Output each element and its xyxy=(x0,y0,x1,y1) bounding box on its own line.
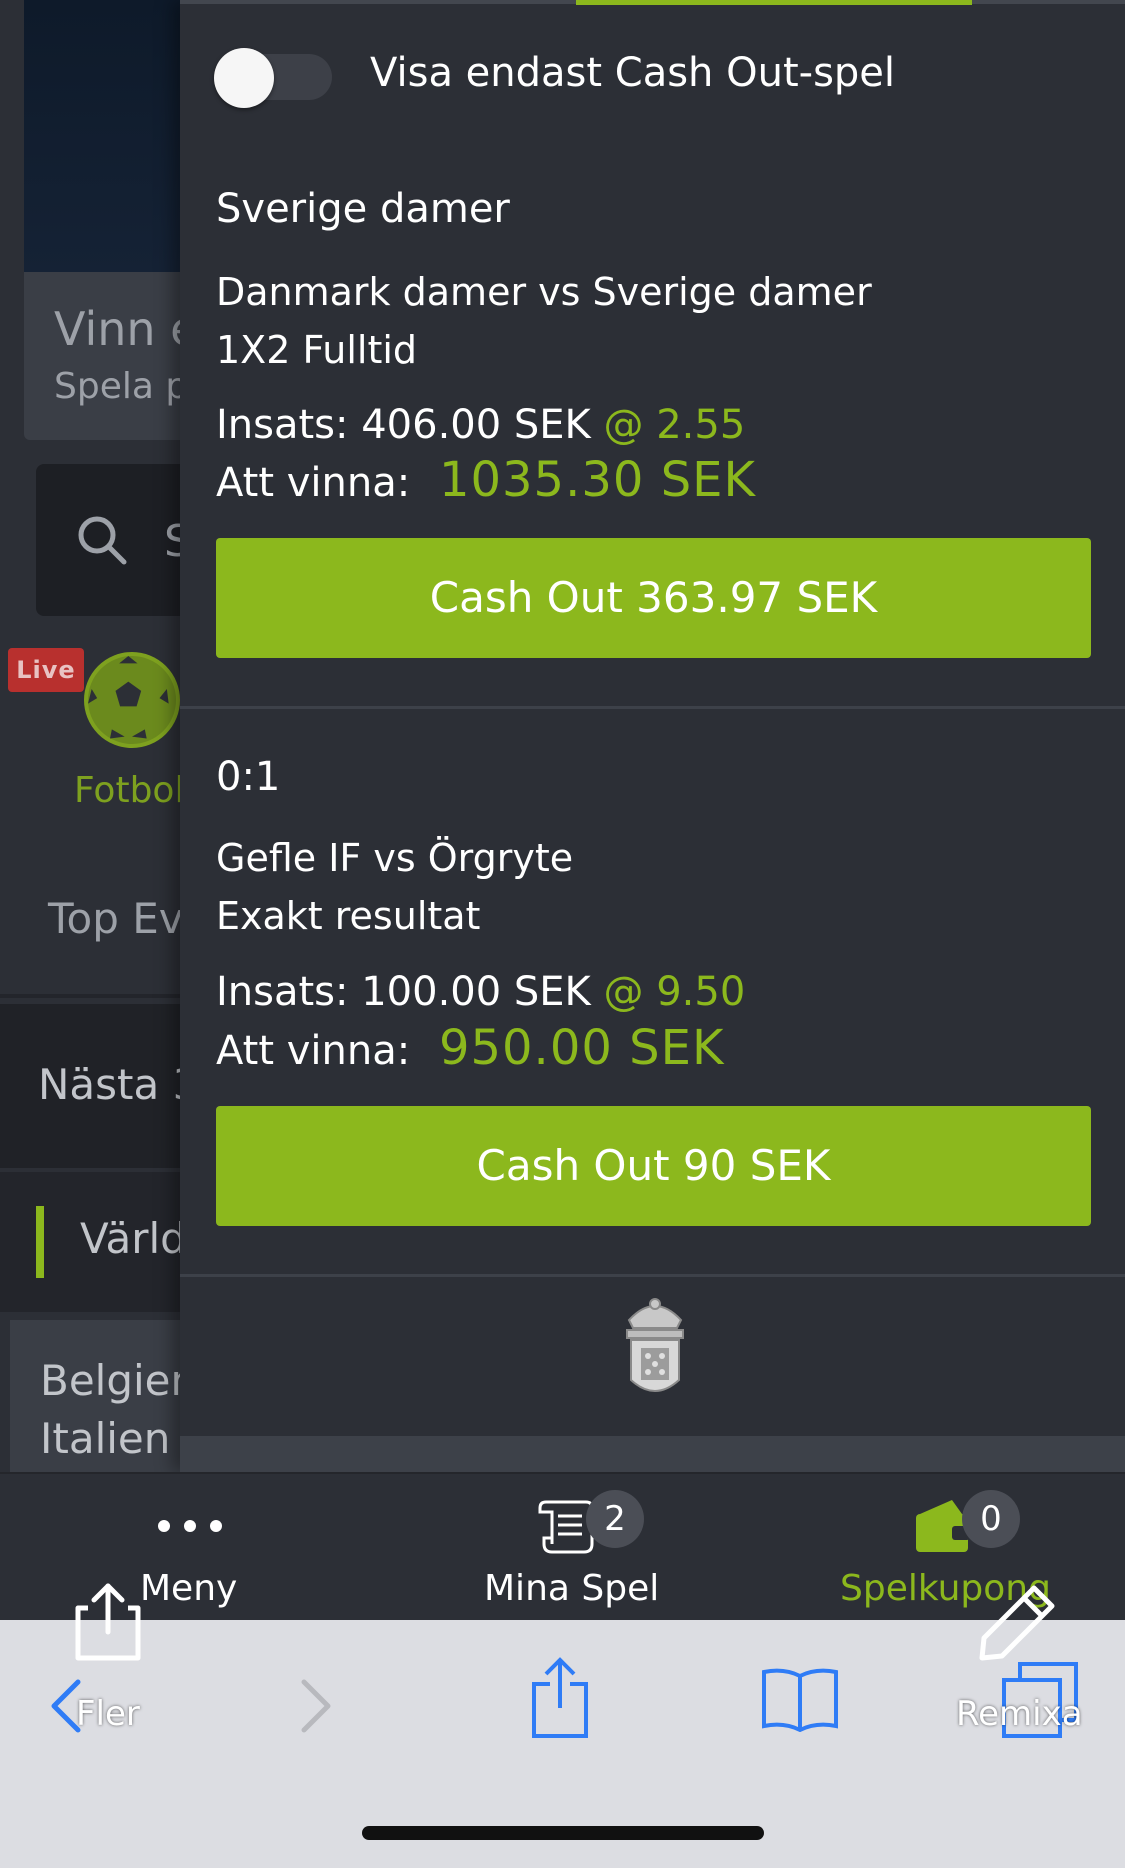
stake-amount: 100.00 SEK xyxy=(361,969,591,1015)
my-bets-count-badge: 2 xyxy=(586,1490,644,1548)
potential-win-line: Att vinna: 950.00 SEK xyxy=(216,1020,724,1076)
win-label: Att vinna: xyxy=(216,1028,411,1074)
coupon-count-badge: 0 xyxy=(962,1490,1020,1548)
panel-bottom-bar xyxy=(180,1436,1125,1472)
back-label[interactable]: Fler xyxy=(76,1694,140,1734)
my-bets-panel: Visa endast Cash Out-spel Sverige damer … xyxy=(180,0,1125,1472)
bet-selection: Sverige damer xyxy=(216,186,510,232)
search-icon xyxy=(78,516,127,565)
win-amount: 950.00 SEK xyxy=(438,1020,725,1076)
bet-selection: 0:1 xyxy=(216,754,281,800)
sport-label-football[interactable]: Fotbol xyxy=(74,770,184,811)
edit-pencil-icon[interactable] xyxy=(978,1582,1058,1662)
nav-my-bets-label: Mina Spel xyxy=(484,1568,660,1609)
cash-out-button[interactable]: Cash Out 90 SEK xyxy=(216,1106,1091,1226)
bet-event: Gefle IF vs Örgryte xyxy=(216,836,574,880)
bet-divider xyxy=(180,1274,1125,1277)
bet-market: 1X2 Fulltid xyxy=(216,328,418,372)
win-label: Att vinna: xyxy=(216,460,411,506)
bookmarks-icon[interactable] xyxy=(760,1666,840,1732)
cashout-only-toggle[interactable] xyxy=(214,48,332,108)
stake-label: Insats: xyxy=(216,402,349,448)
app-bottom-nav: Meny 2 Mina Spel 0 Spelkupong xyxy=(0,1472,1125,1620)
competition-accent-bar xyxy=(36,1206,44,1278)
more-dots-icon xyxy=(158,1520,222,1532)
world-competition-label: Värld xyxy=(80,1214,187,1263)
next-events-label: Nästa 3 xyxy=(38,1060,200,1109)
potential-win-line: Att vinna: 1035.30 SEK xyxy=(216,452,756,508)
bet-divider xyxy=(180,706,1125,709)
stake-amount: 406.00 SEK xyxy=(361,402,591,448)
forward-chevron-icon xyxy=(301,1679,331,1733)
bet-stake-line: Insats: 100.00 SEK @ 9.50 xyxy=(216,969,745,1015)
bet-odds: @ 9.50 xyxy=(603,969,746,1015)
cashout-only-toggle-label: Visa endast Cash Out-spel xyxy=(370,50,896,96)
stake-label: Insats: xyxy=(216,969,349,1015)
export-share-icon[interactable] xyxy=(72,1580,144,1662)
license-crest-icon xyxy=(626,1298,684,1392)
divider xyxy=(0,994,180,998)
hero-banner-image[interactable] xyxy=(24,0,184,272)
football-icon[interactable] xyxy=(84,652,180,748)
promo-title: Vinn e xyxy=(54,302,199,356)
toggle-knob xyxy=(214,48,274,108)
promo-card[interactable] xyxy=(24,272,204,440)
promo-subtitle: Spela p xyxy=(54,366,189,407)
win-amount: 1035.30 SEK xyxy=(438,452,756,508)
bet-event: Danmark damer vs Sverige damer xyxy=(216,270,872,314)
active-tab-indicator xyxy=(576,0,972,5)
share-icon[interactable] xyxy=(528,1656,592,1740)
nav-my-bets[interactable]: 2 Mina Spel xyxy=(470,1474,690,1622)
bet-odds: @ 2.55 xyxy=(603,402,746,448)
nav-menu-label: Meny xyxy=(140,1568,238,1609)
live-badge: Live xyxy=(8,648,84,692)
remix-label[interactable]: Remixa xyxy=(956,1694,1083,1734)
cash-out-button[interactable]: Cash Out 363.97 SEK xyxy=(216,538,1091,658)
bet-stake-line: Insats: 406.00 SEK @ 2.55 xyxy=(216,402,745,448)
match-team-home: Belgien xyxy=(40,1356,198,1405)
bet-market: Exakt resultat xyxy=(216,894,481,938)
home-indicator xyxy=(362,1826,764,1840)
